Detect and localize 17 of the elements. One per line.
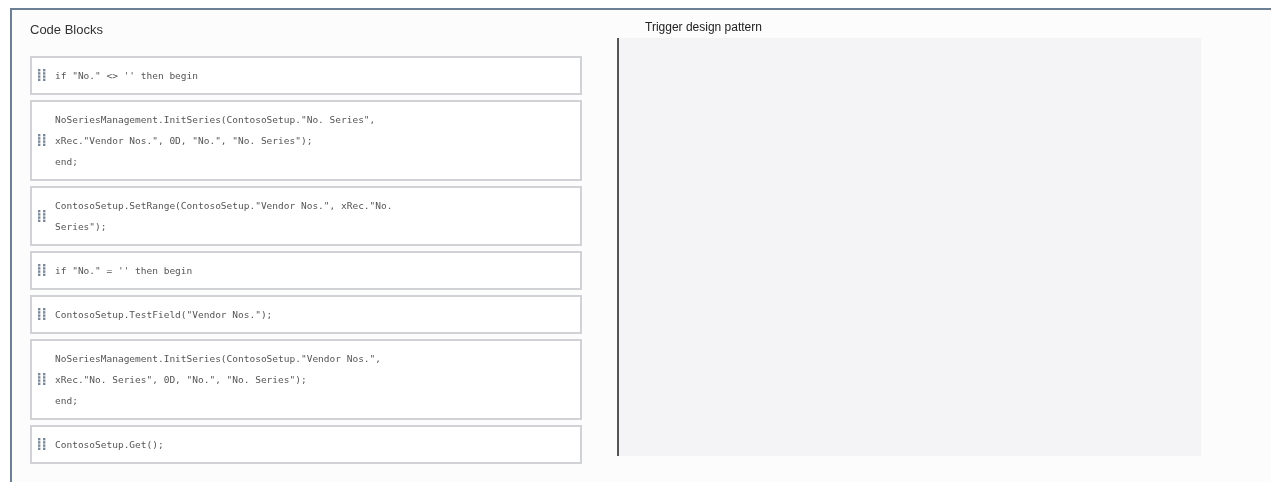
answer-drop-area[interactable] xyxy=(617,38,1201,456)
code-block[interactable]: ContosoSetup.SetRange(ContosoSetup."Vendor Nos.", xRec."No. Series"); xyxy=(30,185,582,246)
code-block[interactable]: NoSeriesManagement.InitSeries(ContosoSetup."No. Series", xRec."Vendor Nos.", 0D, "No.", "No. Series"); end; xyxy=(30,99,582,181)
drag-handle-icon xyxy=(38,134,46,146)
code-block[interactable]: if "No." = '' then begin xyxy=(30,250,582,290)
drag-handle-icon xyxy=(38,373,46,385)
drag-handle-icon xyxy=(38,264,46,276)
drag-handle-icon xyxy=(38,438,46,450)
code-block[interactable]: if "No." <> '' then begin xyxy=(30,55,582,95)
code-block[interactable]: ContosoSetup.TestField("Vendor Nos."); xyxy=(30,294,582,334)
panel-title: Code Blocks xyxy=(30,21,104,39)
drag-handle-icon xyxy=(38,209,46,222)
code-block[interactable]: ContosoSetup.Get(); xyxy=(30,424,582,464)
drag-handle-icon xyxy=(38,308,46,320)
answer-area-title: Trigger design pattern xyxy=(645,19,763,36)
drag-handle-icon xyxy=(38,69,46,81)
code-block[interactable]: NoSeriesManagement.InitSeries(ContosoSetup."Vendor Nos.", xRec."No. Series", 0D, "No.", "No. Series"); end; xyxy=(30,338,582,420)
